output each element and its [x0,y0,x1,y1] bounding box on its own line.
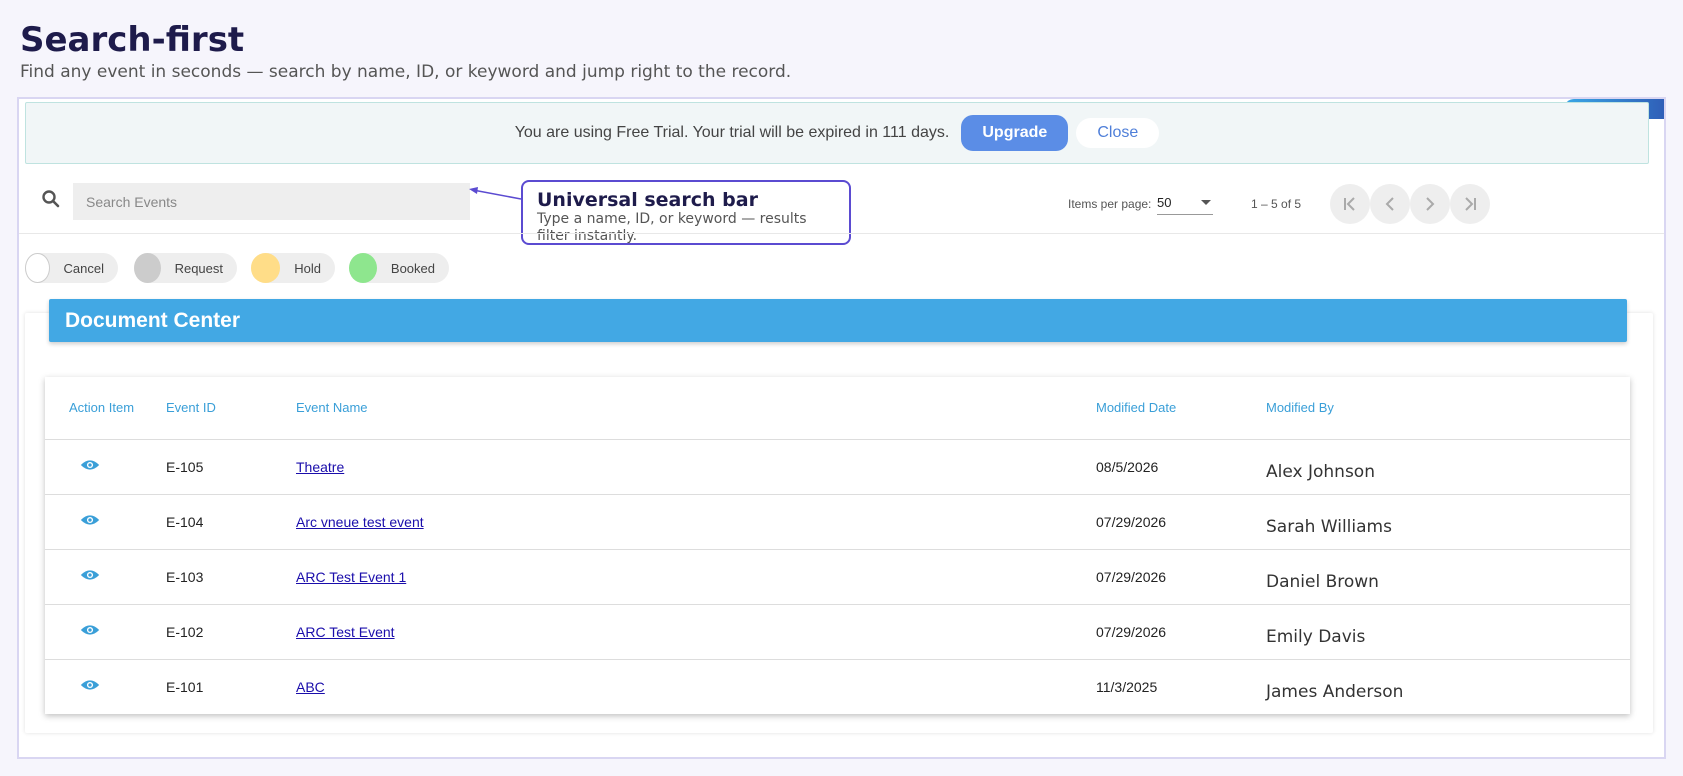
events-table: Action Item Event ID Event Name Modified… [45,377,1630,714]
table-row: E-103 ARC Test Event 1 07/29/2026 Daniel… [45,549,1630,605]
status-dot-cancel [25,253,50,283]
annotation-callout: Universal search bar Type a name, ID, or… [521,180,851,245]
trial-message: You are using Free Trial. Your trial wil… [514,124,950,141]
next-page-icon [1426,197,1435,211]
event-name-link[interactable]: Theatre [296,459,344,475]
items-per-page-value: 50 [1157,195,1172,210]
event-id-cell: E-105 [166,439,296,495]
table-row: E-101 ABC 11/3/2025 James Anderson [45,659,1630,714]
items-per-page-select[interactable]: 50 [1157,191,1213,215]
close-button[interactable]: Close [1076,118,1160,148]
event-name-link[interactable]: ARC Test Event [296,624,395,640]
upgrade-button[interactable]: Upgrade [961,115,1069,151]
modified-by-cell: Alex Johnson [1266,439,1630,495]
modified-by-cell: Emily Davis [1266,604,1630,660]
search-input[interactable] [73,183,470,220]
table-header-row: Action Item Event ID Event Name Modified… [45,377,1630,440]
modified-by-cell: James Anderson [1266,681,1404,702]
status-chip-cancel[interactable]: Cancel [25,253,118,283]
next-page-button[interactable] [1410,184,1450,224]
status-label-booked: Booked [390,260,435,276]
view-eye-icon[interactable] [69,455,103,475]
chevron-down-icon [1201,200,1211,205]
view-eye-icon[interactable] [69,510,103,530]
status-dot-request [134,253,161,283]
status-chip-booked[interactable]: Booked [349,253,449,283]
status-label-cancel: Cancel [63,260,104,276]
event-id-cell: E-101 [166,678,204,695]
view-eye-icon[interactable] [69,565,103,585]
column-action-item[interactable]: Action Item [45,377,166,440]
status-chip-hold[interactable]: Hold [251,253,335,283]
column-event-name[interactable]: Event Name [296,377,1096,440]
column-modified-date[interactable]: Modified Date [1096,377,1266,440]
status-dot-hold [251,253,281,283]
toolbar-divider [19,233,1664,234]
view-eye-icon[interactable] [69,620,103,640]
items-per-page-label: Items per page: [1068,197,1152,211]
last-page-button[interactable] [1450,184,1490,224]
search-icon[interactable] [41,189,61,209]
page-title: Search-first [20,20,245,60]
status-chip-request[interactable]: Request [134,253,237,283]
modified-date-cell: 07/29/2026 [1096,494,1266,550]
table-row: E-104 Arc vneue test event 07/29/2026 Sa… [45,494,1630,550]
event-id-cell: E-102 [166,604,296,660]
app-frame: PREMIUM You are using Free Trial. Your t… [17,97,1666,759]
first-page-icon [1344,197,1355,211]
column-event-id[interactable]: Event ID [166,377,296,440]
table-row: E-105 Theatre 08/5/2026 Alex Johnson [45,439,1630,495]
annotation-body: Type a name, ID, or keyword — results fi… [537,211,807,244]
event-id-cell: E-103 [166,549,296,605]
event-id-cell: E-104 [166,494,296,550]
trial-banner: You are using Free Trial. Your trial wil… [25,102,1649,164]
modified-date-cell: 07/29/2026 [1096,604,1266,660]
modified-date-cell: 08/5/2026 [1096,439,1266,495]
status-label-hold: Hold [294,260,321,276]
modified-date-cell: 11/3/2025 [1096,678,1158,695]
modified-by-cell: Daniel Brown [1266,549,1630,605]
prev-page-button[interactable] [1370,184,1410,224]
event-name-link[interactable]: ABC [296,679,325,695]
table-row: E-102 ARC Test Event 07/29/2026 Emily Da… [45,604,1630,660]
modified-by-cell: Sarah Williams [1266,494,1630,550]
status-dot-booked [349,253,377,283]
document-center-header: Document Center [49,299,1627,342]
view-eye-icon[interactable] [69,675,103,695]
annotation-title: Universal search bar [537,189,758,211]
event-name-link[interactable]: ARC Test Event 1 [296,569,406,585]
column-modified-by[interactable]: Modified By [1266,377,1630,440]
status-label-request: Request [174,260,223,276]
last-page-icon [1465,197,1476,211]
page-subtitle: Find any event in seconds — search by na… [20,62,792,82]
page-range-label: 1 – 5 of 5 [1251,197,1302,211]
first-page-button[interactable] [1330,184,1370,224]
event-name-link[interactable]: Arc vneue test event [296,514,424,530]
prev-page-icon [1385,197,1394,211]
modified-date-cell: 07/29/2026 [1096,549,1266,605]
